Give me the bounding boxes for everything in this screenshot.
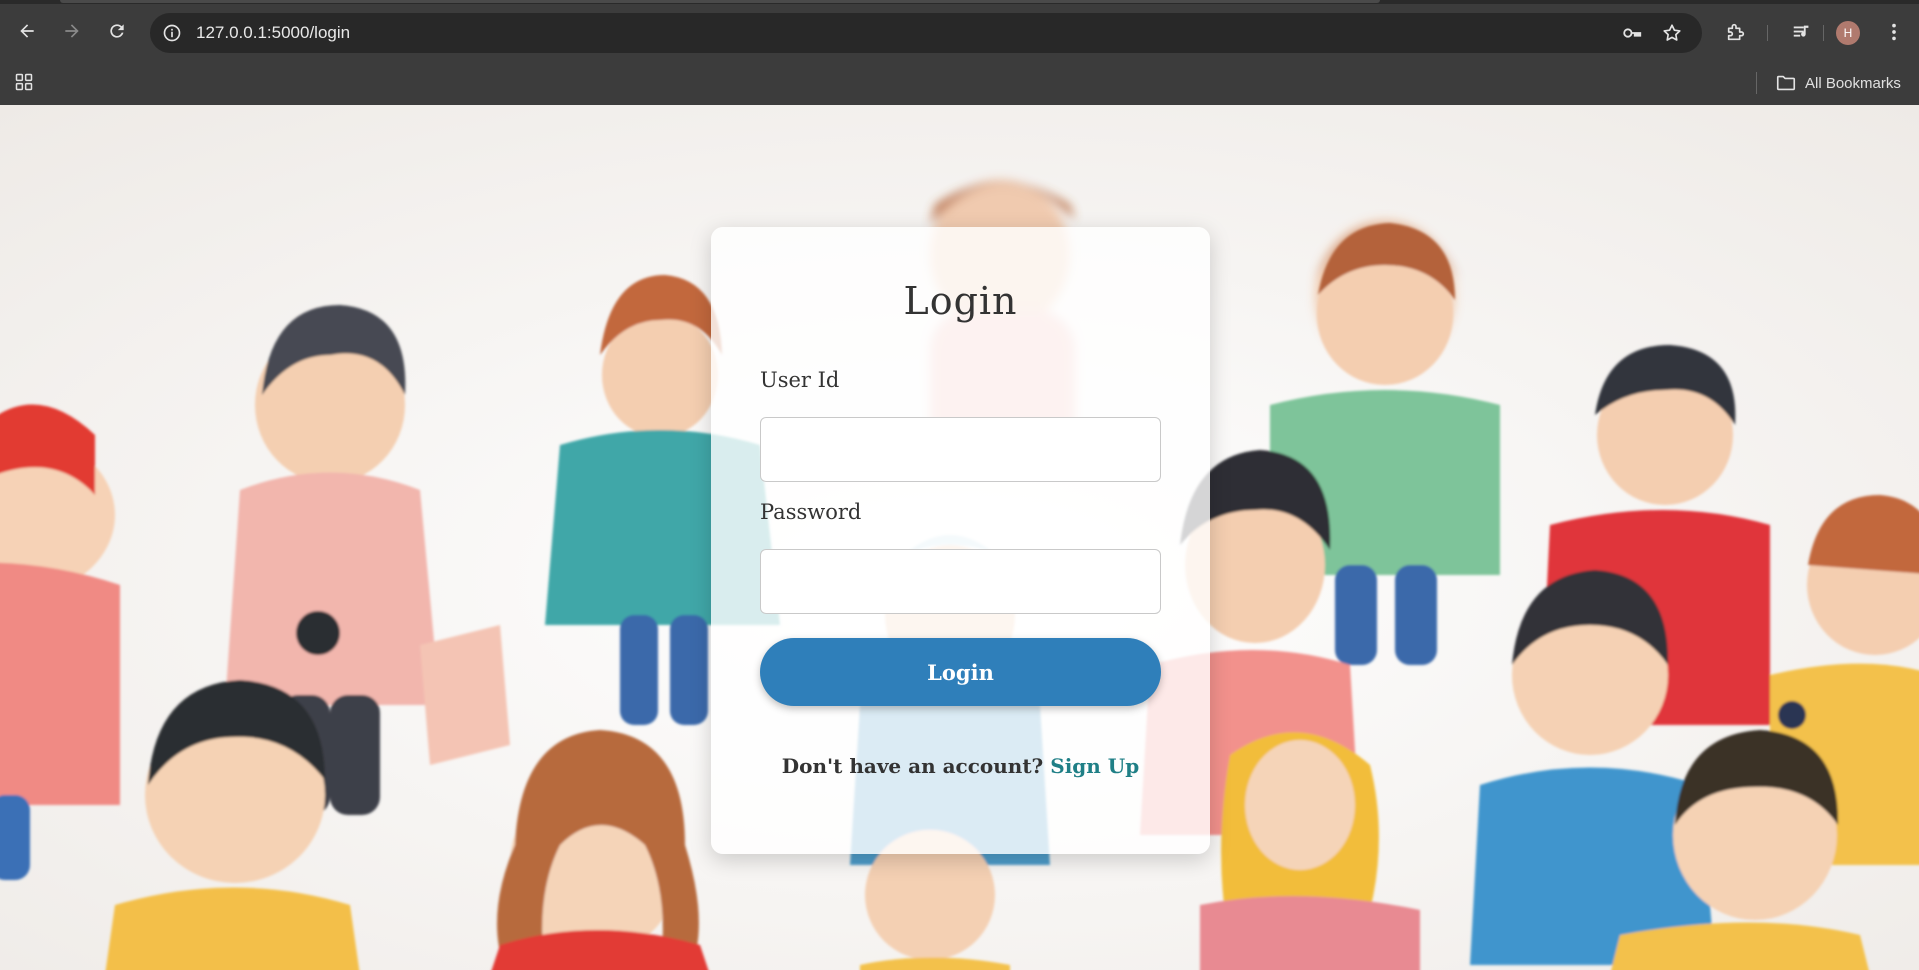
media-queue-icon[interactable]: [1788, 18, 1816, 46]
folder-icon: [1776, 75, 1796, 91]
user-id-input[interactable]: [760, 417, 1161, 482]
signup-prompt: Don't have an account?: [781, 754, 1051, 778]
profile-avatar[interactable]: H: [1836, 21, 1860, 45]
puzzle-icon[interactable]: [1722, 18, 1750, 46]
password-input[interactable]: [760, 549, 1161, 614]
url-text[interactable]: 127.0.0.1:5000/login: [196, 13, 350, 53]
reload-icon: [110, 24, 124, 38]
all-bookmarks-label: All Bookmarks: [1805, 74, 1901, 92]
password-label: Password: [760, 500, 862, 524]
star-icon[interactable]: [1660, 21, 1684, 45]
active-tab-edge[interactable]: [60, 0, 1380, 3]
toolbar-separator: [1823, 25, 1824, 41]
back-arrow-icon: [20, 24, 34, 38]
browser-toolbar: 127.0.0.1:5000/login H: [0, 4, 1919, 62]
reload-button[interactable]: [99, 13, 135, 49]
login-button[interactable]: Login: [760, 638, 1161, 706]
signup-link[interactable]: Sign Up: [1050, 754, 1139, 778]
login-card: Login User Id Password Login Don't have …: [711, 227, 1210, 854]
site-info-icon[interactable]: [160, 21, 184, 45]
address-bar[interactable]: 127.0.0.1:5000/login: [150, 13, 1702, 53]
apps-grid-icon[interactable]: [12, 70, 36, 94]
forward-button[interactable]: [54, 13, 90, 49]
toolbar-separator: [1767, 25, 1768, 41]
bookmarks-separator: [1756, 72, 1757, 94]
kebab-menu-icon[interactable]: [1880, 18, 1908, 46]
login-title: Login: [903, 279, 1018, 323]
user-id-label: User Id: [760, 368, 840, 392]
forward-arrow-icon: [65, 24, 79, 38]
browser-chrome: 127.0.0.1:5000/login H All Bookmarks: [0, 0, 1919, 105]
page-content: Login User Id Password Login Don't have …: [0, 105, 1919, 970]
key-icon[interactable]: [1620, 21, 1644, 45]
all-bookmarks-button[interactable]: All Bookmarks: [1775, 68, 1901, 98]
signup-row: Don't have an account? Sign Up: [711, 754, 1210, 778]
bookmarks-bar: All Bookmarks: [0, 62, 1919, 105]
back-button[interactable]: [9, 13, 45, 49]
